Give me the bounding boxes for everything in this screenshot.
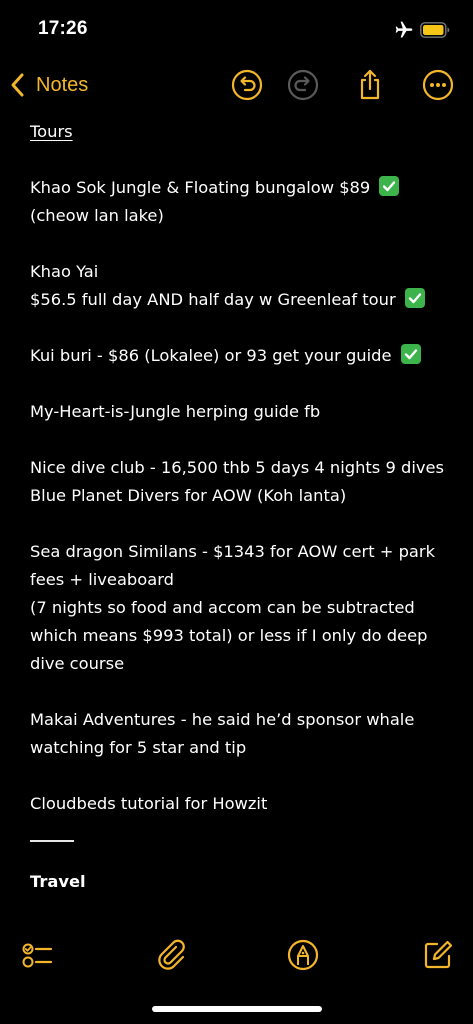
airplane-icon: [395, 21, 413, 38]
note-line: Khao Yai: [30, 262, 99, 281]
note-line: fees + liveaboard: [30, 570, 174, 589]
note-line: Cloudbeds tutorial for Howzit: [30, 794, 268, 813]
checkmark-icon: [404, 288, 425, 308]
note-body[interactable]: Tours Khao Sok Jungle & Floating bungalo…: [30, 118, 450, 896]
note-line: Makai Adventures - he said he’d sponsor …: [30, 710, 415, 729]
note-line: Sea dragon Similans - $1343 for AOW cert…: [30, 542, 436, 561]
bottom-toolbar: [0, 932, 473, 982]
note-line: Nice dive club - 16,500 thb 5 days 4 nig…: [30, 458, 444, 477]
redo-icon[interactable]: [286, 68, 320, 102]
back-button[interactable]: Notes: [8, 68, 88, 102]
chevron-left-icon: [11, 73, 24, 97]
note-line: $56.5 full day AND half day w Greenleaf …: [30, 286, 450, 314]
section-heading: Travel: [30, 871, 86, 891]
status-time: 17:26: [38, 18, 88, 39]
more-icon[interactable]: [421, 68, 455, 102]
undo-icon[interactable]: [230, 68, 264, 102]
note-line: Kui buri - $86 (Lokalee) or 93 get your …: [30, 342, 450, 370]
paperclip-icon[interactable]: [155, 938, 189, 972]
checklist-icon[interactable]: [20, 938, 54, 972]
horizontal-divider: [30, 840, 74, 842]
note-line: dive course: [30, 654, 125, 673]
status-bar: 17:26: [0, 0, 473, 54]
battery-icon: [420, 22, 450, 38]
back-label: Notes: [36, 73, 89, 96]
note-line: Khao Sok Jungle & Floating bungalow $89: [30, 174, 450, 202]
nav-bar: Notes: [0, 60, 473, 110]
note-line: (cheow lan lake): [30, 206, 164, 225]
home-indicator[interactable]: [152, 1006, 322, 1012]
markup-pen-icon[interactable]: [286, 938, 320, 972]
checkmark-icon: [379, 176, 400, 196]
compose-icon[interactable]: [421, 938, 455, 972]
note-line: which means $993 total) or less if I onl…: [30, 626, 428, 645]
note-line: (7 nights so food and accom can be subtr…: [30, 598, 415, 617]
note-line: Blue Planet Divers for AOW (Koh lanta): [30, 486, 347, 505]
share-icon[interactable]: [353, 68, 387, 102]
checkmark-icon: [400, 344, 421, 364]
note-line: watching for 5 star and tip: [30, 738, 247, 757]
note-heading: Tours: [30, 122, 73, 141]
note-line: My-Heart-is-Jungle herping guide fb: [30, 402, 321, 421]
